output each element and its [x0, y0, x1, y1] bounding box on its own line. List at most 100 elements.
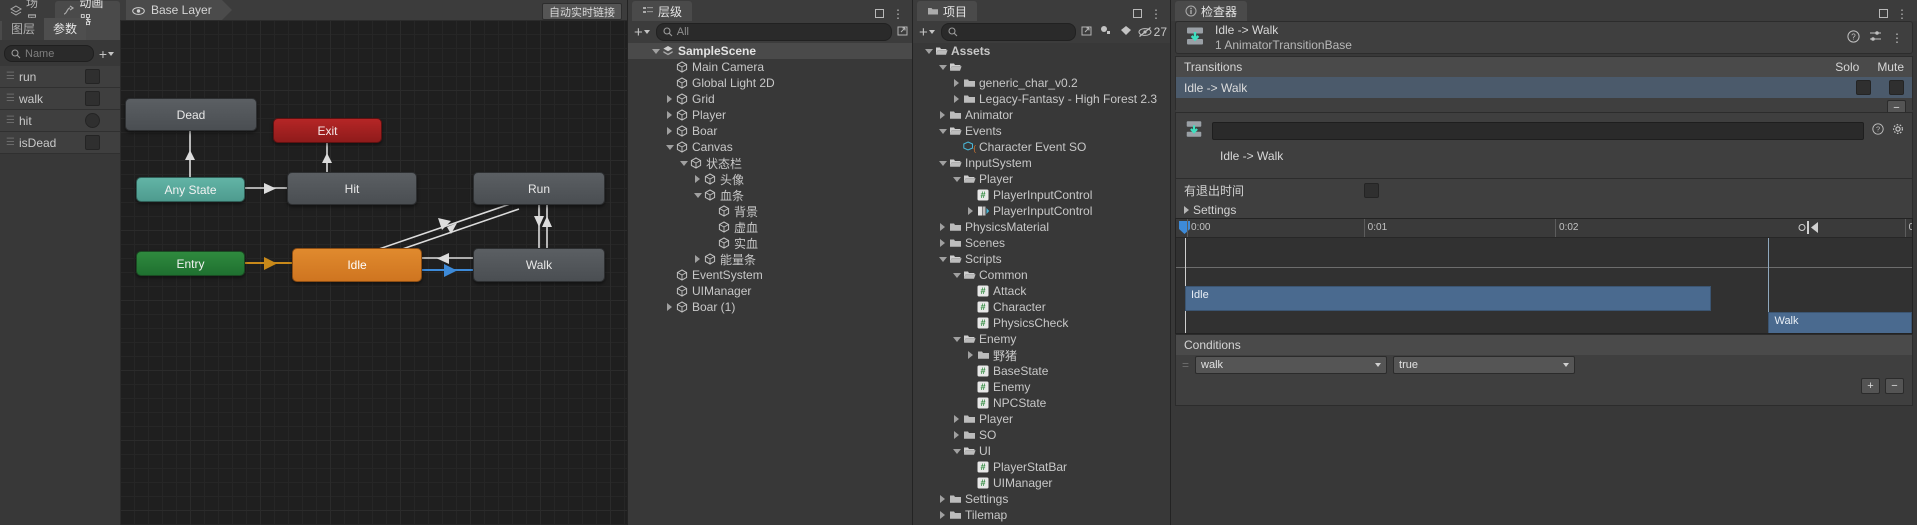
transition-row-idle-walk[interactable]: Idle -> Walk: [1176, 77, 1912, 98]
hierarchy-item[interactable]: 虚血: [628, 219, 913, 235]
state-node-run[interactable]: Run: [473, 172, 605, 205]
transition-name-input[interactable]: [1212, 121, 1864, 140]
gear-icon[interactable]: [1892, 123, 1904, 138]
chevron-right-icon[interactable]: [937, 111, 948, 119]
timeline-tracks[interactable]: Idle Walk: [1176, 238, 1912, 333]
tab-hierarchy[interactable]: 层级: [632, 1, 693, 21]
project-item[interactable]: Legacy-Fantasy - High Forest 2.3: [913, 91, 1171, 107]
tab-project[interactable]: 项目: [917, 1, 978, 21]
project-item[interactable]: # NPCState: [913, 395, 1171, 411]
hierarchy-item[interactable]: SampleScene: [628, 43, 913, 59]
state-node-hit[interactable]: Hit: [287, 172, 417, 205]
project-item[interactable]: SO: [913, 427, 1171, 443]
parameter-row[interactable]: ☰ run: [0, 66, 120, 88]
hierarchy-item[interactable]: 状态栏: [628, 155, 913, 171]
animator-graph-panel[interactable]: Base Layer 自动实时链接 Dead Exit Any State Hi…: [120, 0, 628, 525]
hierarchy-expand-icon[interactable]: [896, 25, 909, 40]
chevron-down-icon[interactable]: [923, 48, 934, 54]
panel-menu-icon[interactable]: ⋮: [1896, 7, 1909, 21]
parameter-bool-control[interactable]: [85, 91, 100, 106]
project-item[interactable]: Scripts: [913, 251, 1171, 267]
state-node-dead[interactable]: Dead: [125, 98, 257, 131]
timeline-ruler[interactable]: 0:00 0:01 0:02 0:: [1176, 219, 1912, 238]
subtab-parameters[interactable]: 参数: [44, 18, 87, 40]
state-node-exit[interactable]: Exit: [273, 118, 382, 143]
condition-parameter-dropdown[interactable]: walk: [1195, 356, 1388, 374]
timeline-clip-walk[interactable]: Walk: [1768, 312, 1912, 333]
chevron-right-icon[interactable]: [664, 303, 675, 311]
hierarchy-item[interactable]: 背景: [628, 203, 913, 219]
chevron-right-icon[interactable]: [951, 95, 962, 103]
timeline-clip-idle[interactable]: Idle: [1185, 286, 1712, 311]
chevron-right-icon[interactable]: [692, 175, 703, 183]
project-item[interactable]: # Enemy: [913, 379, 1171, 395]
hierarchy-item[interactable]: Grid: [628, 91, 913, 107]
hierarchy-item[interactable]: 实血: [628, 235, 913, 251]
project-tree[interactable]: Assets generic_char_v0.2 Legacy-Fantasy - …: [913, 43, 1171, 525]
panel-menu-icon[interactable]: ⋮: [1150, 7, 1163, 21]
transition-solo-checkbox[interactable]: [1856, 80, 1871, 95]
hidden-assets-count[interactable]: 27: [1138, 25, 1167, 39]
project-item[interactable]: Common: [913, 267, 1171, 283]
project-item[interactable]: Player: [913, 411, 1171, 427]
help-icon[interactable]: ?: [1847, 29, 1860, 46]
parameter-drag-handle[interactable]: ☰: [6, 71, 15, 81]
project-item[interactable]: PlayerInputControl: [913, 203, 1171, 219]
hierarchy-item[interactable]: EventSystem: [628, 267, 913, 283]
parameter-search-input[interactable]: Name: [4, 45, 94, 62]
hierarchy-item[interactable]: Global Light 2D: [628, 75, 913, 91]
project-item[interactable]: {} Character Event SO: [913, 139, 1171, 155]
breadcrumb-base-layer[interactable]: Base Layer: [126, 0, 232, 20]
project-item[interactable]: # Attack: [913, 283, 1171, 299]
hierarchy-item[interactable]: Main Camera: [628, 59, 913, 75]
chevron-down-icon[interactable]: [951, 272, 962, 278]
chevron-right-icon[interactable]: [692, 255, 703, 263]
project-item[interactable]: Player: [913, 171, 1171, 187]
project-item[interactable]: # Character: [913, 299, 1171, 315]
hierarchy-tree[interactable]: SampleScene Main Camera Global Light 2D Gri…: [628, 43, 913, 525]
project-item[interactable]: Scenes: [913, 235, 1171, 251]
project-item[interactable]: Enemy: [913, 331, 1171, 347]
project-item[interactable]: Tilemap: [913, 507, 1171, 523]
hierarchy-item[interactable]: 能量条: [628, 251, 913, 267]
inspector-more-icon[interactable]: ⋮: [1891, 31, 1904, 45]
maximize-icon[interactable]: [1133, 7, 1142, 21]
chevron-down-icon[interactable]: [692, 192, 703, 198]
parameter-row[interactable]: ☰ walk: [0, 88, 120, 110]
project-item[interactable]: # UIManager: [913, 475, 1171, 491]
state-node-walk[interactable]: Walk: [473, 248, 605, 282]
chevron-down-icon[interactable]: [951, 336, 962, 342]
chevron-down-icon[interactable]: [664, 144, 675, 150]
project-filter-type-icon[interactable]: [1097, 25, 1114, 40]
chevron-down-icon[interactable]: [937, 160, 948, 166]
preset-icon[interactable]: [1869, 30, 1882, 46]
chevron-right-icon[interactable]: [951, 415, 962, 423]
chevron-down-icon[interactable]: [951, 448, 962, 454]
chevron-right-icon[interactable]: [951, 79, 962, 87]
project-item[interactable]: 野猪: [913, 347, 1171, 363]
chevron-right-icon[interactable]: [664, 127, 675, 135]
hierarchy-item[interactable]: Player: [628, 107, 913, 123]
chevron-right-icon[interactable]: [937, 495, 948, 503]
chevron-down-icon[interactable]: [937, 64, 948, 70]
chevron-down-icon[interactable]: [678, 160, 689, 166]
state-node-idle[interactable]: Idle: [292, 248, 422, 282]
help-icon[interactable]: ?: [1872, 123, 1884, 138]
project-item[interactable]: # PlayerStatBar: [913, 459, 1171, 475]
parameter-row[interactable]: ☰ isDead: [0, 132, 120, 154]
add-condition-button[interactable]: +: [1861, 378, 1880, 394]
project-item[interactable]: Events: [913, 123, 1171, 139]
project-item[interactable]: InputSystem: [913, 155, 1171, 171]
hierarchy-item[interactable]: Boar (1): [628, 299, 913, 315]
hierarchy-item[interactable]: 血条: [628, 187, 913, 203]
state-machine-canvas[interactable]: Dead Exit Any State Hit Run Entry Idle Walk: [120, 20, 628, 525]
project-item[interactable]: # PhysicsCheck: [913, 315, 1171, 331]
state-node-entry[interactable]: Entry: [136, 251, 245, 276]
project-item[interactable]: PhysicsMaterial: [913, 219, 1171, 235]
hierarchy-create-button[interactable]: +: [632, 25, 652, 40]
transition-handle-icon[interactable]: [1798, 221, 1820, 237]
parameter-bool-control[interactable]: [85, 69, 100, 84]
parameter-bool-control[interactable]: [85, 135, 100, 150]
chevron-right-icon[interactable]: [937, 511, 948, 519]
condition-drag-handle[interactable]: =: [1182, 358, 1189, 372]
